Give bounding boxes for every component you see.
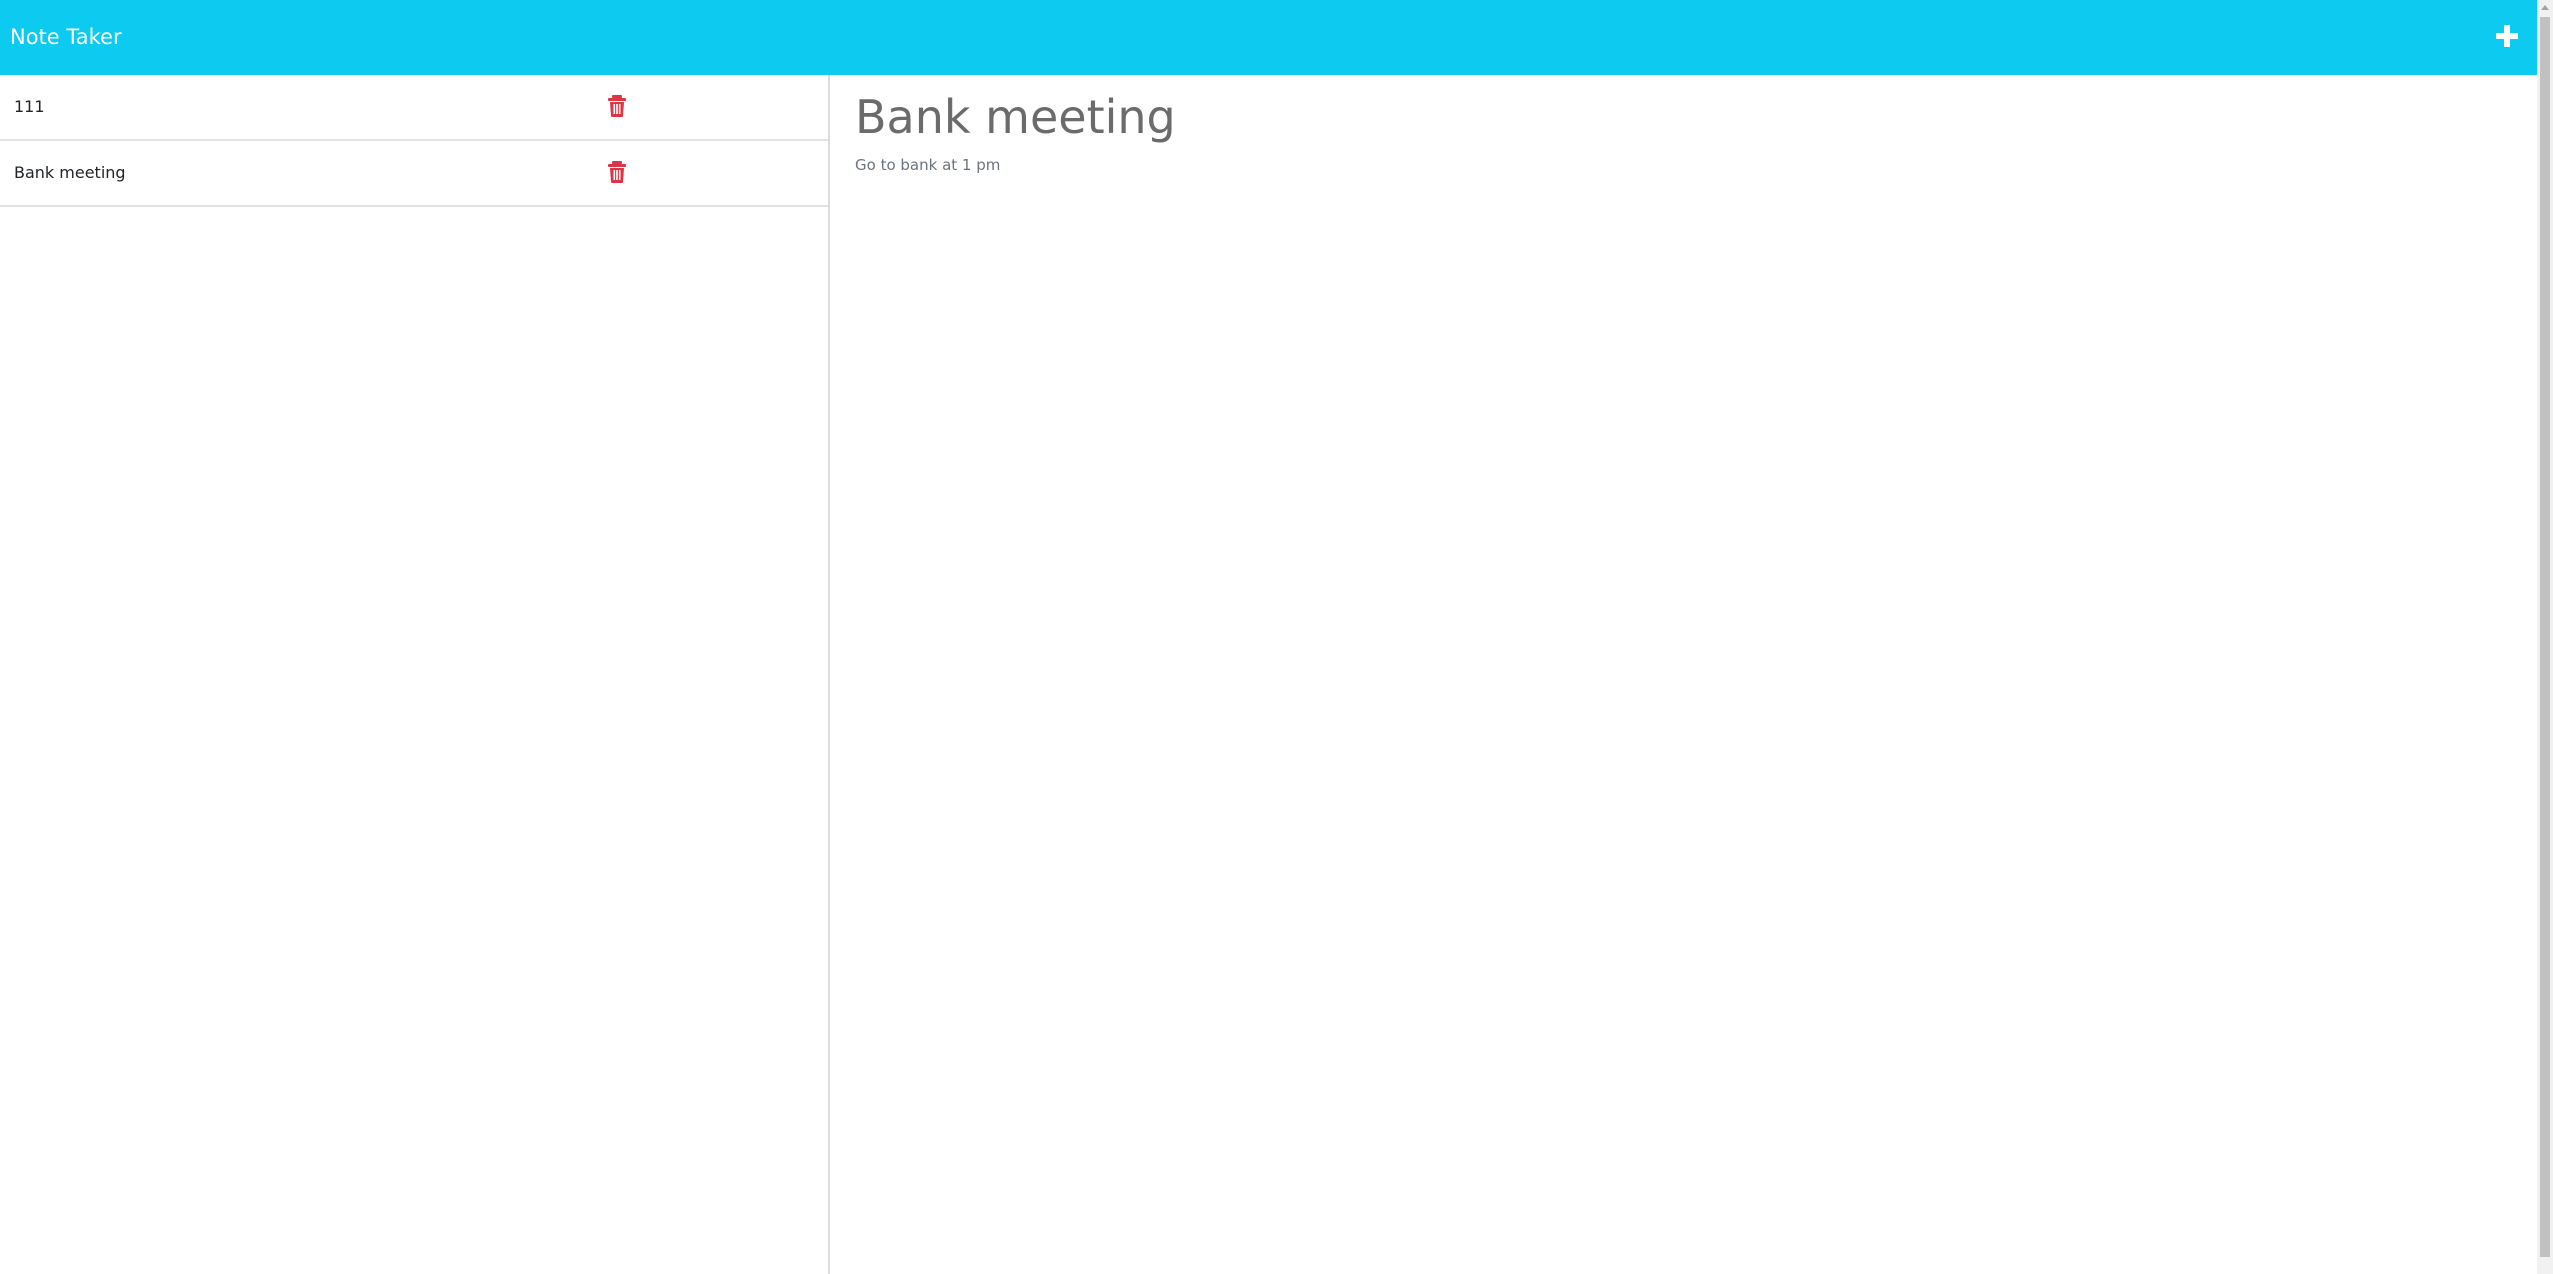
scroll-up-arrow-icon[interactable]	[2541, 5, 2549, 10]
page-scrollbar[interactable]	[2537, 0, 2553, 1274]
list-item[interactable]: 111	[0, 75, 828, 141]
note-editor: Bank meeting Go to bank at 1 pm	[830, 75, 2537, 1274]
note-title-field[interactable]: Bank meeting	[855, 85, 1176, 149]
note-list-title: Bank meeting	[14, 163, 126, 182]
scrollbar-thumb[interactable]	[2540, 17, 2550, 1257]
delete-note-button[interactable]	[606, 94, 628, 118]
list-item[interactable]: Bank meeting	[0, 141, 828, 207]
app-title[interactable]: Note Taker	[10, 22, 122, 52]
navbar: Note Taker	[0, 0, 2537, 75]
new-note-button[interactable]	[2489, 18, 2525, 54]
note-list: 111 Bank meeting	[0, 75, 830, 1274]
trash-icon	[608, 161, 626, 183]
note-text-field[interactable]: Go to bank at 1 pm	[855, 154, 1000, 176]
trash-icon	[608, 95, 626, 117]
plus-icon	[2496, 25, 2518, 47]
note-list-title: 111	[14, 97, 45, 116]
delete-note-button[interactable]	[606, 160, 628, 184]
